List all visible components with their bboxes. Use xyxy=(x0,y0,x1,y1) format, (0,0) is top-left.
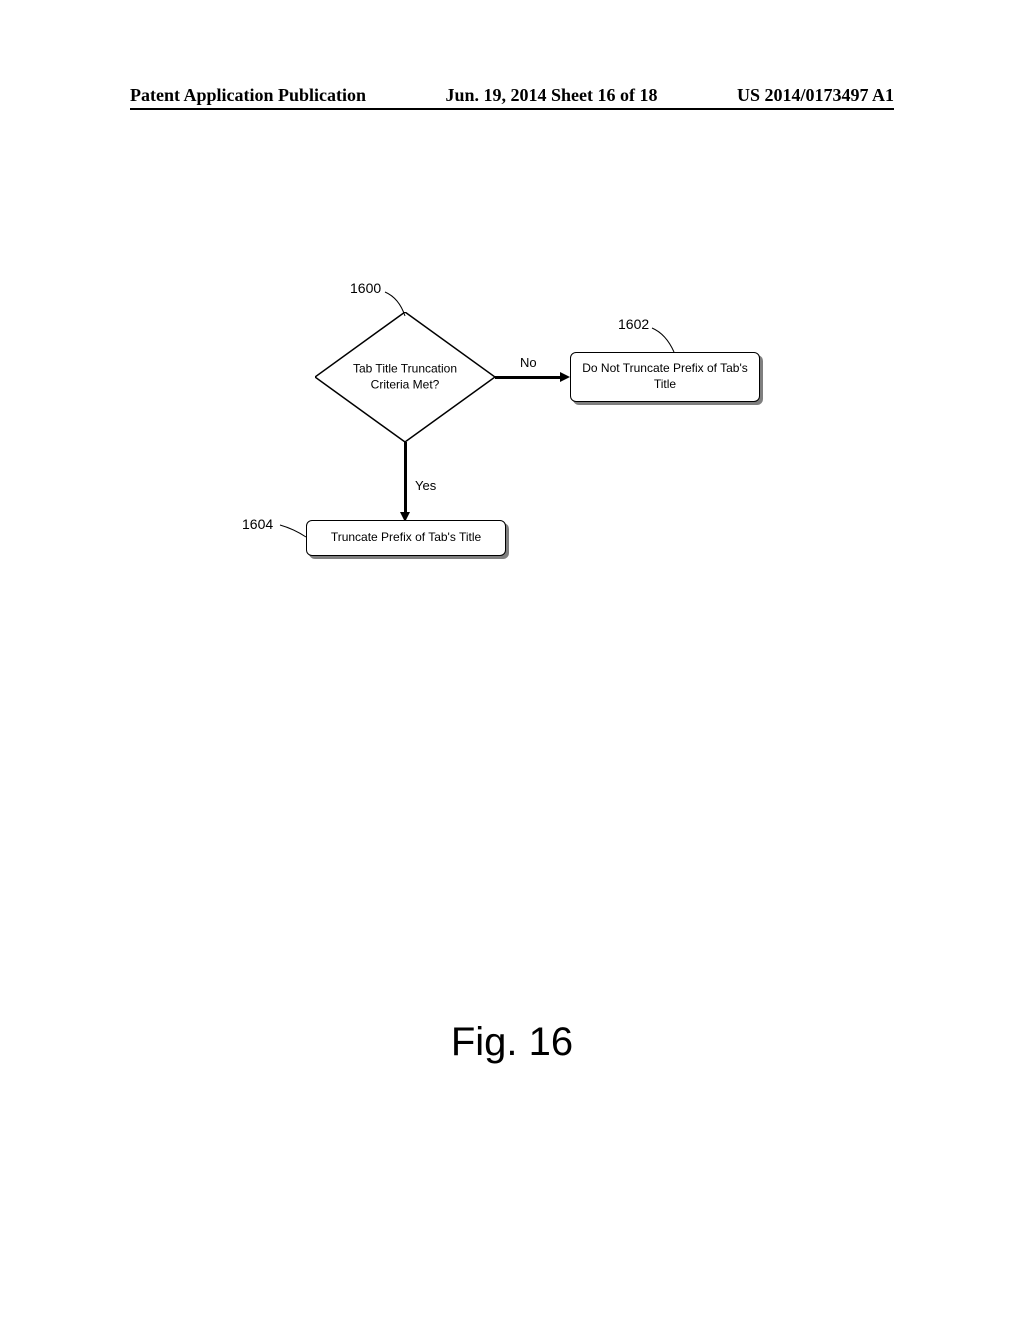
arrow-yes xyxy=(404,442,407,514)
yes-action-text: Truncate Prefix of Tab's Title xyxy=(331,530,481,546)
leader-line-1600 xyxy=(385,290,409,318)
header-publication: Patent Application Publication xyxy=(130,85,366,106)
ref-label-1600: 1600 xyxy=(350,280,381,296)
decision-text: Tab Title Truncation Criteria Met? xyxy=(335,361,475,392)
yes-action-box: Truncate Prefix of Tab's Title xyxy=(306,520,506,556)
arrow-no-head-icon xyxy=(560,372,570,382)
ref-label-1602: 1602 xyxy=(618,316,649,332)
arrow-no xyxy=(495,376,562,379)
page-header: Patent Application Publication Jun. 19, … xyxy=(0,85,1024,106)
decision-node: Tab Title Truncation Criteria Met? xyxy=(315,312,495,442)
leader-line-1604 xyxy=(278,523,308,541)
no-action-box: Do Not Truncate Prefix of Tab's Title xyxy=(570,352,760,402)
ref-label-1604: 1604 xyxy=(242,516,273,532)
leader-line-1602 xyxy=(650,326,678,354)
no-action-text: Do Not Truncate Prefix of Tab's Title xyxy=(579,361,751,392)
no-label: No xyxy=(520,355,537,370)
header-rule xyxy=(130,108,894,110)
yes-label: Yes xyxy=(415,478,436,493)
header-date-sheet: Jun. 19, 2014 Sheet 16 of 18 xyxy=(445,85,657,106)
header-patent-number: US 2014/0173497 A1 xyxy=(737,85,894,106)
figure-caption: Fig. 16 xyxy=(0,1020,1024,1065)
